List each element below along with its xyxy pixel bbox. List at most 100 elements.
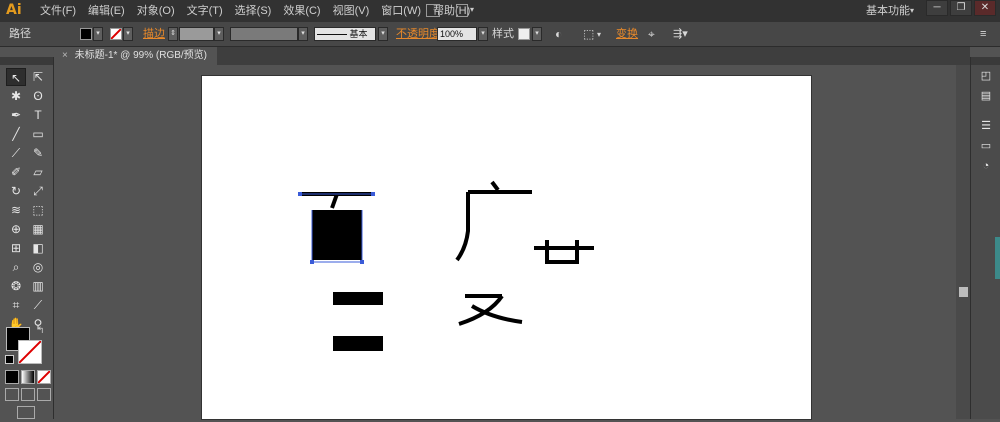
stroke-swatch[interactable] bbox=[110, 28, 122, 40]
isolate-icon[interactable]: ⌖ bbox=[648, 22, 655, 47]
vertical-scrollbar[interactable] bbox=[956, 65, 970, 419]
fill-dropdown-icon[interactable]: ▾ bbox=[93, 27, 103, 41]
shape-builder-tool-icon[interactable]: ⊕ bbox=[6, 220, 26, 238]
stroke-weight-dropdown-icon[interactable]: ▾ bbox=[214, 27, 224, 41]
recolor-icon[interactable]: ◐ bbox=[555, 22, 562, 47]
brush-definition-field[interactable]: 基本 bbox=[314, 27, 376, 41]
menu-select[interactable]: 选择(S) bbox=[229, 0, 278, 22]
close-button[interactable]: ✕ bbox=[974, 0, 996, 16]
gradient-tool-icon[interactable]: ◧ bbox=[28, 239, 48, 257]
transparency-panel-icon[interactable]: ◔ bbox=[978, 159, 994, 173]
document-tab-title: 未标题-1* @ 99% (RGB/预览) bbox=[74, 50, 208, 61]
width-tool-icon[interactable]: ≋ bbox=[6, 201, 26, 219]
slice-tool-icon[interactable]: ⟋ bbox=[28, 296, 48, 314]
opacity-field[interactable]: 100% bbox=[437, 27, 477, 41]
scale-tool-icon[interactable]: ⤢ bbox=[28, 182, 48, 200]
variable-width-dropdown-icon[interactable]: ▾ bbox=[298, 27, 308, 41]
gradient-mode-icon[interactable] bbox=[21, 370, 35, 384]
stroke-dropdown-icon[interactable]: ▾ bbox=[123, 27, 133, 41]
stroke-label[interactable]: 描边 bbox=[143, 22, 165, 47]
workspace-switcher[interactable]: 基本功能 bbox=[866, 0, 910, 22]
brush-stroke-preview bbox=[317, 34, 347, 36]
pen-tool-icon[interactable]: ✒ bbox=[6, 106, 26, 124]
workspace-dropdown-icon[interactable]: ▾ bbox=[910, 6, 914, 15]
glyph-fragment-equals[interactable] bbox=[333, 292, 383, 351]
type-tool-icon[interactable]: T bbox=[28, 106, 48, 124]
eraser-tool-icon[interactable]: ▱ bbox=[28, 163, 48, 181]
arrange-documents-icon[interactable] bbox=[456, 4, 468, 17]
artboard-tool-icon[interactable]: ⌗ bbox=[6, 296, 26, 314]
default-colors-icon[interactable] bbox=[5, 355, 14, 364]
line-tool-icon[interactable]: ╱ bbox=[6, 125, 26, 143]
swap-fill-stroke-icon[interactable]: ↰ bbox=[37, 325, 45, 336]
bridge-icon[interactable] bbox=[426, 4, 440, 17]
fill-swatch[interactable] bbox=[80, 28, 92, 40]
eyedropper-tool-icon[interactable]: ⌕ bbox=[6, 258, 26, 276]
magic-wand-tool-icon[interactable]: ✱ bbox=[6, 87, 26, 105]
free-transform-tool-icon[interactable]: ⬚ bbox=[28, 201, 48, 219]
stroke-panel-icon[interactable]: ☰ bbox=[978, 119, 994, 133]
color-panel-icon[interactable]: ◰ bbox=[978, 69, 994, 83]
variable-width-field[interactable] bbox=[230, 27, 298, 41]
stroke-weight-stepper[interactable]: ⇕ bbox=[168, 27, 178, 41]
menu-type[interactable]: 文字(T) bbox=[181, 0, 229, 22]
menu-edit[interactable]: 编辑(E) bbox=[82, 0, 131, 22]
minimize-button[interactable]: ─ bbox=[926, 0, 948, 16]
gradient-panel-icon[interactable]: ▭ bbox=[978, 139, 994, 153]
opacity-label[interactable]: 不透明度 bbox=[396, 22, 440, 47]
close-tab-icon[interactable]: × bbox=[62, 50, 68, 61]
rectangle-tool-icon[interactable]: ▭ bbox=[28, 125, 48, 143]
brush-dropdown-icon[interactable]: ▾ bbox=[378, 27, 388, 41]
menu-items: 文件(F) 编辑(E) 对象(O) 文字(T) 选择(S) 效果(C) 视图(V… bbox=[34, 0, 476, 22]
none-mode-icon[interactable] bbox=[37, 370, 51, 384]
blend-tool-icon[interactable]: ◎ bbox=[28, 258, 48, 276]
color-guide-icon[interactable]: ▤ bbox=[978, 89, 994, 103]
scrollbar-thumb[interactable] bbox=[959, 287, 968, 297]
paintbrush-tool-icon[interactable]: ⟋ bbox=[6, 144, 26, 162]
draw-inside-icon[interactable] bbox=[37, 388, 51, 401]
selection-tool-icon[interactable]: ↖ bbox=[6, 68, 26, 86]
align-icon[interactable]: ⬚ bbox=[583, 22, 594, 47]
artboard[interactable] bbox=[202, 76, 811, 419]
arrange-dropdown-icon[interactable]: ▾ bbox=[470, 5, 474, 14]
none-slash-icon bbox=[111, 29, 121, 39]
blob-brush-tool-icon[interactable]: ✐ bbox=[6, 163, 26, 181]
document-tabbar: × 未标题-1* @ 99% (RGB/预览) bbox=[54, 47, 970, 65]
perspective-grid-tool-icon[interactable]: ▦ bbox=[28, 220, 48, 238]
right-panel-dock: ◰ ▤ ☰ ▭ ◔ bbox=[970, 57, 1000, 419]
panel-menu-icon[interactable]: ≡ bbox=[980, 22, 986, 47]
more-options-icon[interactable]: ⇶▾ bbox=[673, 22, 688, 47]
selected-glyph-shape[interactable] bbox=[298, 192, 375, 264]
direct-selection-tool-icon[interactable]: ⇱ bbox=[28, 68, 48, 86]
dock-header[interactable] bbox=[971, 57, 1000, 65]
stroke-weight-field[interactable] bbox=[179, 27, 214, 41]
stroke-color-box[interactable] bbox=[18, 340, 42, 364]
menu-effect[interactable]: 效果(C) bbox=[277, 0, 326, 22]
transform-label[interactable]: 变换 bbox=[616, 22, 638, 47]
menu-object[interactable]: 对象(O) bbox=[131, 0, 181, 22]
glyph-fragment-you[interactable] bbox=[458, 294, 523, 326]
symbol-sprayer-tool-icon[interactable]: ❂ bbox=[6, 277, 26, 295]
graphic-style-dropdown-icon[interactable]: ▾ bbox=[532, 27, 542, 41]
mesh-tool-icon[interactable]: ⊞ bbox=[6, 239, 26, 257]
glyph-fragment-gan[interactable] bbox=[534, 240, 594, 264]
color-mode-icon[interactable] bbox=[5, 370, 19, 384]
graphic-style-swatch[interactable] bbox=[518, 28, 530, 40]
draw-behind-icon[interactable] bbox=[21, 388, 35, 401]
menu-window[interactable]: 窗口(W) bbox=[375, 0, 427, 22]
lasso-tool-icon[interactable]: ʘ bbox=[28, 87, 48, 105]
menu-view[interactable]: 视图(V) bbox=[327, 0, 376, 22]
document-tab[interactable]: × 未标题-1* @ 99% (RGB/预览) bbox=[54, 47, 218, 65]
column-graph-tool-icon[interactable]: ▥ bbox=[28, 277, 48, 295]
restore-button[interactable]: ❐ bbox=[950, 0, 972, 16]
screen-mode-icon[interactable] bbox=[17, 406, 35, 419]
pencil-tool-icon[interactable]: ✎ bbox=[28, 144, 48, 162]
rotate-tool-icon[interactable]: ↻ bbox=[6, 182, 26, 200]
panel-collapse-handle[interactable] bbox=[995, 237, 1000, 279]
toolbox-header[interactable] bbox=[0, 57, 53, 65]
glyph-fragment-guang[interactable] bbox=[455, 180, 532, 262]
menu-file[interactable]: 文件(F) bbox=[34, 0, 82, 22]
opacity-dropdown-icon[interactable]: ▾ bbox=[478, 27, 488, 41]
align-dropdown-icon[interactable]: ▾ bbox=[597, 22, 601, 47]
draw-normal-icon[interactable] bbox=[5, 388, 19, 401]
